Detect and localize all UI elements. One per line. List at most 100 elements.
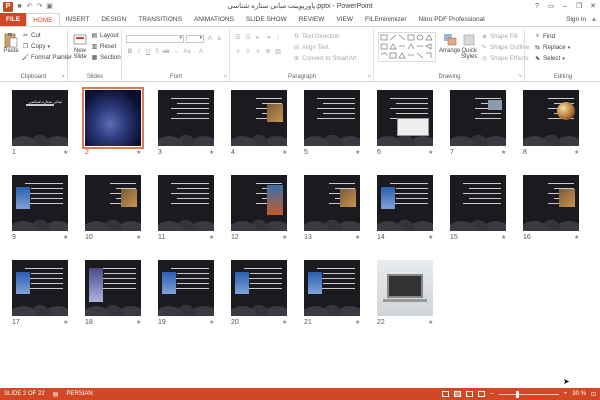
- strikethrough-icon[interactable]: ab: [162, 48, 170, 56]
- minimize-button[interactable]: –: [558, 0, 572, 13]
- replace-button[interactable]: ⇆ Replace ▾: [534, 44, 570, 51]
- cut-button[interactable]: ✂ Cut: [22, 32, 41, 39]
- font-size-dropdown-icon[interactable]: ▾: [199, 35, 202, 41]
- italic-icon[interactable]: I: [135, 48, 143, 56]
- slide-thumbnail[interactable]: [450, 90, 506, 146]
- slide-thumbnail[interactable]: [231, 175, 287, 231]
- font-size-combo[interactable]: ▾: [186, 35, 204, 43]
- transition-star-icon[interactable]: ★: [574, 234, 579, 241]
- tab-animations[interactable]: ANIMATIONS: [188, 13, 240, 26]
- transition-star-icon[interactable]: ★: [428, 149, 433, 156]
- transition-star-icon[interactable]: ★: [63, 234, 68, 241]
- drawing-launcher-icon[interactable]: ↘: [518, 73, 522, 79]
- close-button[interactable]: ✕: [586, 0, 600, 13]
- font-name-combo[interactable]: ▾: [126, 35, 184, 43]
- slide-thumbnail[interactable]: [12, 260, 68, 316]
- tab-view[interactable]: VIEW: [330, 13, 359, 26]
- slide-sorter-view-icon[interactable]: [454, 391, 462, 397]
- shape-effects-button[interactable]: ◎ Shape Effects: [481, 55, 529, 62]
- slide-thumbnail[interactable]: [85, 175, 141, 231]
- redo-icon[interactable]: ↷: [36, 3, 43, 10]
- convert-smartart-button[interactable]: ⊞ Convert to SmartArt: [293, 55, 357, 62]
- font-name-dropdown-icon[interactable]: ▾: [179, 35, 182, 41]
- bullets-icon[interactable]: ☰: [234, 34, 242, 42]
- slideshow-view-icon[interactable]: [478, 391, 486, 397]
- find-button[interactable]: ⌕ Find: [534, 33, 555, 40]
- transition-star-icon[interactable]: ★: [136, 234, 141, 241]
- slide-thumbnail[interactable]: [377, 260, 433, 316]
- slide-thumbnail[interactable]: [158, 260, 214, 316]
- zoom-slider[interactable]: [498, 390, 559, 398]
- justify-icon[interactable]: ≣: [264, 48, 272, 56]
- format-painter-button[interactable]: 🖌 Format Painter: [22, 54, 72, 61]
- start-slideshow-icon[interactable]: ▣: [46, 3, 53, 10]
- spellcheck-icon[interactable]: ▤: [53, 391, 59, 398]
- transition-star-icon[interactable]: ★: [355, 319, 360, 326]
- slide-thumbnail[interactable]: [158, 175, 214, 231]
- tab-insert[interactable]: INSERT: [60, 13, 96, 26]
- tab-nitro-pdf[interactable]: Nitro PDF Professional: [413, 13, 491, 26]
- layout-button[interactable]: ▤ Layout: [91, 32, 119, 39]
- clipboard-launcher-icon[interactable]: ↘: [61, 73, 65, 79]
- columns-icon[interactable]: ▥: [274, 48, 282, 56]
- slide-thumbnail[interactable]: [377, 90, 433, 146]
- copy-dropdown-icon[interactable]: ▾: [47, 44, 50, 50]
- quick-styles-button[interactable]: Quick Styles: [461, 31, 477, 60]
- transition-star-icon[interactable]: ★: [136, 149, 141, 156]
- ribbon-display-options-button[interactable]: ▭: [544, 0, 558, 13]
- underline-icon[interactable]: U: [144, 48, 152, 56]
- sign-in-link[interactable]: Sign in: [566, 13, 586, 27]
- numbering-icon[interactable]: ☷: [244, 34, 252, 42]
- transition-star-icon[interactable]: ★: [574, 149, 579, 156]
- reset-button[interactable]: ▥ Reset: [91, 43, 117, 50]
- tab-fileminimizer[interactable]: FILEminimizer: [359, 13, 413, 26]
- align-left-icon[interactable]: ≡: [234, 48, 242, 56]
- transition-star-icon[interactable]: ★: [282, 319, 287, 326]
- slide-thumbnail[interactable]: [85, 260, 141, 316]
- transition-star-icon[interactable]: ★: [209, 234, 214, 241]
- align-center-icon[interactable]: ≡: [244, 48, 252, 56]
- text-direction-button[interactable]: ⇅ Text Direction: [293, 33, 340, 40]
- transition-star-icon[interactable]: ★: [63, 149, 68, 156]
- slide-thumbnail[interactable]: [158, 90, 214, 146]
- transition-star-icon[interactable]: ★: [501, 234, 506, 241]
- reading-view-icon[interactable]: [466, 391, 474, 397]
- font-launcher-icon[interactable]: ↘: [223, 73, 227, 79]
- bold-icon[interactable]: B: [126, 48, 134, 56]
- transition-star-icon[interactable]: ★: [501, 149, 506, 156]
- zoom-in-icon[interactable]: +: [564, 391, 568, 397]
- text-shadow-icon[interactable]: S: [153, 48, 161, 56]
- slide-thumbnail[interactable]: [377, 175, 433, 231]
- arrange-button[interactable]: Arrange: [439, 31, 460, 54]
- line-spacing-icon[interactable]: ↕: [274, 34, 282, 42]
- copy-button[interactable]: ❐ Copy ▾: [22, 43, 50, 50]
- tab-transitions[interactable]: TRANSITIONS: [132, 13, 188, 26]
- zoom-slider-thumb[interactable]: [515, 390, 519, 398]
- select-dropdown-icon[interactable]: ▾: [562, 56, 565, 62]
- paragraph-launcher-icon[interactable]: ↘: [367, 73, 371, 79]
- slide-thumbnail[interactable]: [304, 90, 360, 146]
- transition-star-icon[interactable]: ★: [209, 149, 214, 156]
- transition-star-icon[interactable]: ★: [428, 234, 433, 241]
- slide-thumbnail[interactable]: [304, 260, 360, 316]
- decrease-font-size-icon[interactable]: a: [215, 35, 223, 43]
- transition-star-icon[interactable]: ★: [136, 319, 141, 326]
- tab-review[interactable]: REVIEW: [293, 13, 331, 26]
- slide-thumbnail[interactable]: [82, 87, 144, 149]
- save-icon[interactable]: ■: [16, 3, 23, 10]
- slide-thumbnail[interactable]: [231, 260, 287, 316]
- slide-thumbnail[interactable]: [523, 175, 579, 231]
- align-right-icon[interactable]: ≡: [254, 48, 262, 56]
- fit-to-window-icon[interactable]: ⊡: [591, 391, 596, 398]
- slide-thumbnail[interactable]: [12, 175, 68, 231]
- collapse-ribbon-icon[interactable]: ▲: [591, 13, 597, 27]
- section-button[interactable]: ▦ Section: [91, 54, 121, 61]
- transition-star-icon[interactable]: ★: [355, 149, 360, 156]
- shape-outline-button[interactable]: ✎ Shape Outline: [481, 44, 529, 51]
- tab-file[interactable]: FILE: [0, 13, 27, 26]
- transition-star-icon[interactable]: ★: [63, 319, 68, 326]
- zoom-out-icon[interactable]: –: [490, 391, 493, 397]
- tab-slide-show[interactable]: SLIDE SHOW: [240, 13, 293, 26]
- language-indicator[interactable]: PERSIAN: [66, 391, 92, 397]
- transition-star-icon[interactable]: ★: [355, 234, 360, 241]
